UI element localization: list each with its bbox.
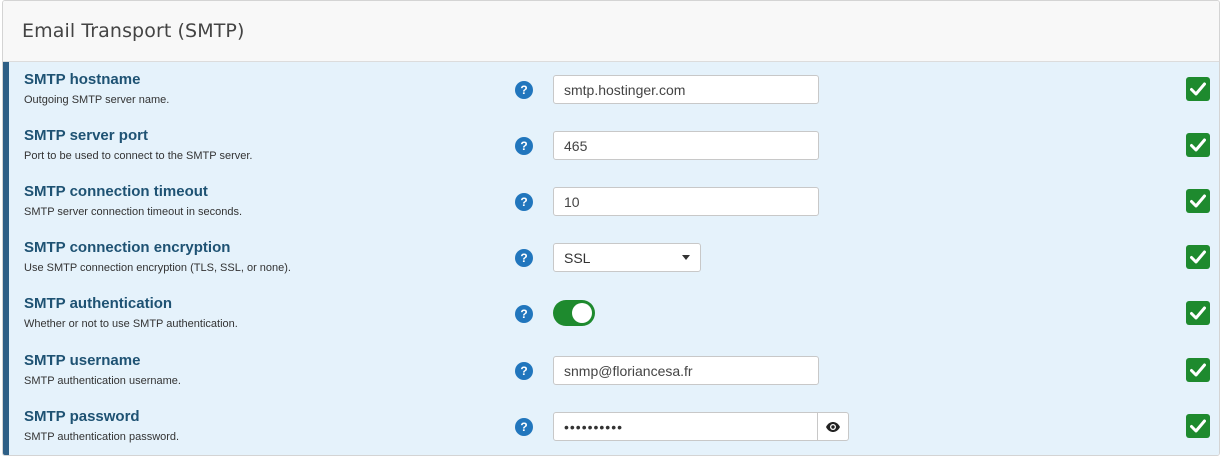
setting-row-smtp-authentication: SMTP authentication Whether or not to us… — [9, 286, 1219, 342]
setting-row-smtp-hostname: SMTP hostname Outgoing SMTP server name.… — [9, 62, 1219, 118]
setting-label: SMTP connection encryption — [24, 239, 231, 256]
question-circle-icon[interactable]: ? — [515, 418, 533, 436]
panel-title: Email Transport (SMTP) — [22, 20, 245, 42]
setting-label: SMTP hostname — [24, 71, 141, 88]
setting-label: SMTP password — [24, 408, 140, 425]
check-square-icon — [1186, 301, 1210, 325]
question-circle-icon[interactable]: ? — [515, 81, 533, 99]
chevron-down-icon — [682, 255, 690, 260]
setting-label: SMTP server port — [24, 127, 148, 144]
check-square-icon — [1186, 358, 1210, 382]
smtp-hostname-input[interactable] — [553, 75, 819, 104]
panel-header: Email Transport (SMTP) — [3, 1, 1219, 62]
setting-description: Whether or not to use SMTP authenticatio… — [24, 318, 238, 330]
smtp-settings-panel: Email Transport (SMTP) SMTP hostname Out… — [2, 0, 1220, 456]
setting-label: SMTP username — [24, 352, 141, 369]
smtp-username-input[interactable] — [553, 356, 819, 385]
smtp-timeout-input[interactable] — [553, 187, 819, 216]
toggle-knob — [572, 303, 592, 323]
check-square-icon — [1186, 189, 1210, 213]
setting-description: SMTP authentication username. — [24, 375, 181, 387]
setting-description: Outgoing SMTP server name. — [24, 94, 170, 106]
setting-description: SMTP server connection timeout in second… — [24, 206, 243, 218]
smtp-encryption-select[interactable]: SSL — [553, 243, 701, 272]
smtp-password-group — [553, 412, 849, 441]
setting-row-smtp-password: SMTP password SMTP authentication passwo… — [9, 399, 1219, 455]
check-square-icon — [1186, 133, 1210, 157]
check-square-icon — [1186, 414, 1210, 438]
setting-label: SMTP authentication — [24, 295, 173, 312]
question-circle-icon[interactable]: ? — [515, 137, 533, 155]
question-circle-icon[interactable]: ? — [515, 362, 533, 380]
setting-description: SMTP authentication password. — [24, 431, 180, 443]
setting-row-smtp-username: SMTP username SMTP authentication userna… — [9, 343, 1219, 399]
setting-label: SMTP connection timeout — [24, 183, 208, 200]
smtp-authentication-toggle[interactable] — [553, 300, 595, 326]
settings-list: SMTP hostname Outgoing SMTP server name.… — [3, 62, 1219, 455]
question-circle-icon[interactable]: ? — [515, 305, 533, 323]
check-square-icon — [1186, 245, 1210, 269]
setting-row-smtp-encryption: SMTP connection encryption Use SMTP conn… — [9, 230, 1219, 286]
setting-row-smtp-timeout: SMTP connection timeout SMTP server conn… — [9, 174, 1219, 230]
check-square-icon — [1186, 77, 1210, 101]
select-value: SSL — [564, 249, 591, 266]
setting-description: Port to be used to connect to the SMTP s… — [24, 150, 253, 162]
question-circle-icon[interactable]: ? — [515, 249, 533, 267]
question-circle-icon[interactable]: ? — [515, 193, 533, 211]
eye-icon — [826, 421, 840, 432]
setting-description: Use SMTP connection encryption (TLS, SSL… — [24, 262, 291, 274]
smtp-password-input[interactable] — [554, 413, 817, 440]
setting-row-smtp-port: SMTP server port Port to be used to conn… — [9, 118, 1219, 174]
show-password-button[interactable] — [817, 413, 848, 440]
smtp-port-input[interactable] — [553, 131, 819, 160]
